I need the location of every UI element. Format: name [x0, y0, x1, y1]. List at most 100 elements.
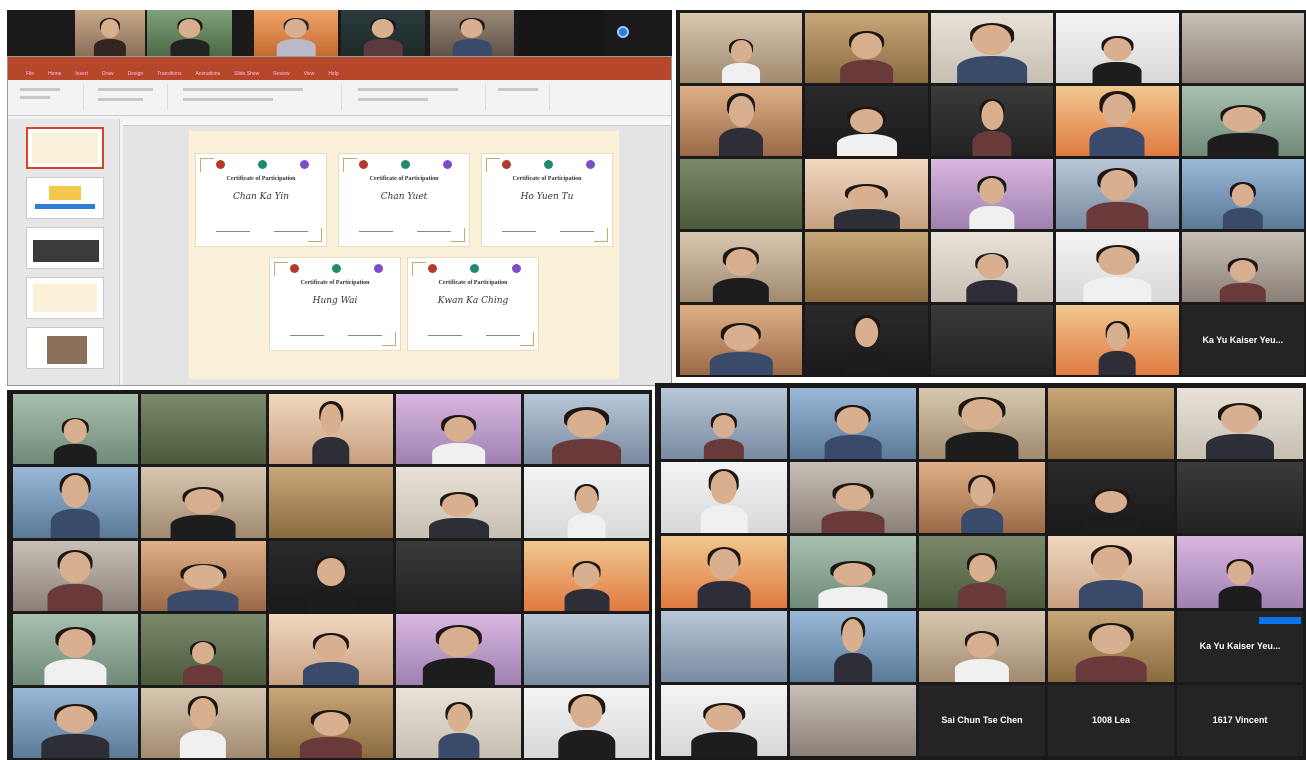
tab[interactable]: Insert	[75, 71, 88, 77]
participant-tile[interactable]	[919, 610, 1045, 682]
participant-tile[interactable]	[790, 536, 916, 608]
participant-tile[interactable]	[1048, 536, 1174, 608]
tab[interactable]: Review	[273, 71, 289, 77]
participant-tile[interactable]	[661, 684, 787, 756]
participant-tile[interactable]	[268, 687, 394, 758]
tab[interactable]: File	[26, 71, 34, 77]
participant-tile[interactable]	[1056, 159, 1179, 229]
participant-tile[interactable]	[661, 462, 787, 534]
participant-tile[interactable]	[140, 614, 266, 685]
participant-tile[interactable]	[805, 305, 928, 375]
tab[interactable]: View	[304, 71, 315, 77]
slide-thumbnail[interactable]	[26, 227, 104, 269]
certificate[interactable]: Certificate of Participation Chan Ka Yin	[195, 153, 327, 247]
participant-tile[interactable]	[396, 614, 522, 685]
participant-tile[interactable]	[680, 159, 803, 229]
participant-tile[interactable]	[661, 388, 787, 460]
participant-tile[interactable]	[13, 540, 138, 612]
participant-tile[interactable]	[790, 388, 916, 460]
participant-tile[interactable]	[1048, 388, 1174, 460]
participant-tile[interactable]	[930, 305, 1054, 375]
participant-tile[interactable]	[680, 232, 803, 302]
chat-notification[interactable]	[1259, 617, 1301, 624]
participant-tile[interactable]	[1181, 232, 1304, 302]
participant-tile[interactable]	[1177, 462, 1303, 534]
participant-tile[interactable]	[341, 10, 425, 56]
participant-tile[interactable]	[930, 232, 1054, 302]
participant-tile[interactable]	[790, 462, 916, 534]
participant-tile[interactable]	[268, 394, 394, 465]
participant-tile[interactable]	[396, 540, 522, 612]
participant-tile[interactable]	[1048, 610, 1174, 682]
slide-thumbnail[interactable]	[26, 177, 104, 219]
participant-tile[interactable]	[1181, 159, 1304, 229]
participant-tile[interactable]: 1617 Vincent	[1177, 684, 1303, 756]
participant-tile[interactable]	[919, 536, 1045, 608]
participant-tile[interactable]	[919, 462, 1045, 534]
participant-tile[interactable]	[1056, 232, 1179, 302]
participant-tile[interactable]	[524, 614, 649, 685]
participant-tile[interactable]	[140, 467, 266, 538]
participant-tile[interactable]	[680, 305, 803, 375]
certificate[interactable]: Certificate of Participation Kwan Ka Chi…	[407, 257, 539, 351]
certificate[interactable]: Certificate of Participation Hung Wai	[269, 257, 401, 351]
participant-tile[interactable]	[1048, 462, 1174, 534]
participant-tile[interactable]	[661, 610, 787, 682]
participant-tile[interactable]	[13, 687, 138, 758]
participant-tile[interactable]	[805, 13, 928, 83]
participant-tile[interactable]	[140, 540, 266, 612]
participant-tile[interactable]	[524, 687, 649, 758]
participant-tile[interactable]	[919, 388, 1045, 460]
tab[interactable]: Animations	[195, 71, 220, 77]
participant-tile[interactable]	[1177, 388, 1303, 460]
participant-tile[interactable]	[524, 540, 649, 612]
participant-tile[interactable]	[147, 10, 232, 56]
tab[interactable]: Help	[328, 71, 338, 77]
tab[interactable]: Design	[128, 71, 144, 77]
participant-tile[interactable]	[805, 232, 928, 302]
participant-tile[interactable]	[930, 13, 1054, 83]
participant-tile[interactable]	[140, 394, 266, 465]
participant-tile[interactable]	[524, 394, 649, 465]
participant-tile[interactable]	[1056, 86, 1179, 156]
participant-tile[interactable]	[805, 86, 928, 156]
participant-tile[interactable]	[268, 614, 394, 685]
participant-tile[interactable]	[268, 467, 394, 538]
slide[interactable]: Certificate of Participation Chan Ka Yin…	[189, 131, 619, 379]
participant-tile[interactable]	[396, 467, 522, 538]
participant-tile[interactable]	[396, 687, 522, 758]
participant-tile[interactable]	[519, 10, 603, 56]
participant-tile[interactable]	[75, 10, 145, 56]
participant-tile[interactable]	[930, 159, 1054, 229]
tab[interactable]: Transitions	[157, 71, 181, 77]
participant-tile[interactable]	[790, 684, 916, 756]
certificate[interactable]: Certificate of Participation Ho Yuen Tu	[481, 153, 613, 247]
participant-tile[interactable]	[430, 10, 514, 56]
participant-tile[interactable]	[1181, 86, 1304, 156]
slide-thumbnail[interactable]	[26, 277, 104, 319]
participant-tile[interactable]	[268, 540, 394, 612]
participant-tile[interactable]: 1008 Lea	[1048, 684, 1174, 756]
participant-tile[interactable]	[13, 394, 138, 465]
participant-tile[interactable]	[1181, 13, 1304, 83]
participant-tile[interactable]	[524, 467, 649, 538]
participant-tile[interactable]	[254, 10, 338, 56]
participant-tile[interactable]	[1056, 305, 1179, 375]
slide-thumbnail[interactable]	[26, 127, 104, 169]
participant-tile[interactable]	[680, 13, 803, 83]
participant-tile[interactable]	[805, 159, 928, 229]
tab[interactable]: Slide Show	[234, 71, 259, 77]
participant-tile[interactable]	[680, 86, 803, 156]
participant-tile[interactable]	[661, 536, 787, 608]
participant-tile[interactable]	[13, 467, 138, 538]
participant-tile[interactable]: Ka Yu Kaiser Yeu...	[1181, 305, 1304, 375]
participant-tile[interactable]	[1177, 536, 1303, 608]
participant-tile[interactable]	[1056, 13, 1179, 83]
participant-tile[interactable]	[790, 610, 916, 682]
participant-tile[interactable]	[140, 687, 266, 758]
participant-tile[interactable]	[13, 614, 138, 685]
slide-thumbnail[interactable]	[26, 327, 104, 369]
certificate[interactable]: Certificate of Participation Chan Yuet	[338, 153, 470, 247]
participant-tile[interactable]: Sai Chun Tse Chen	[919, 684, 1045, 756]
participant-tile[interactable]	[930, 86, 1054, 156]
